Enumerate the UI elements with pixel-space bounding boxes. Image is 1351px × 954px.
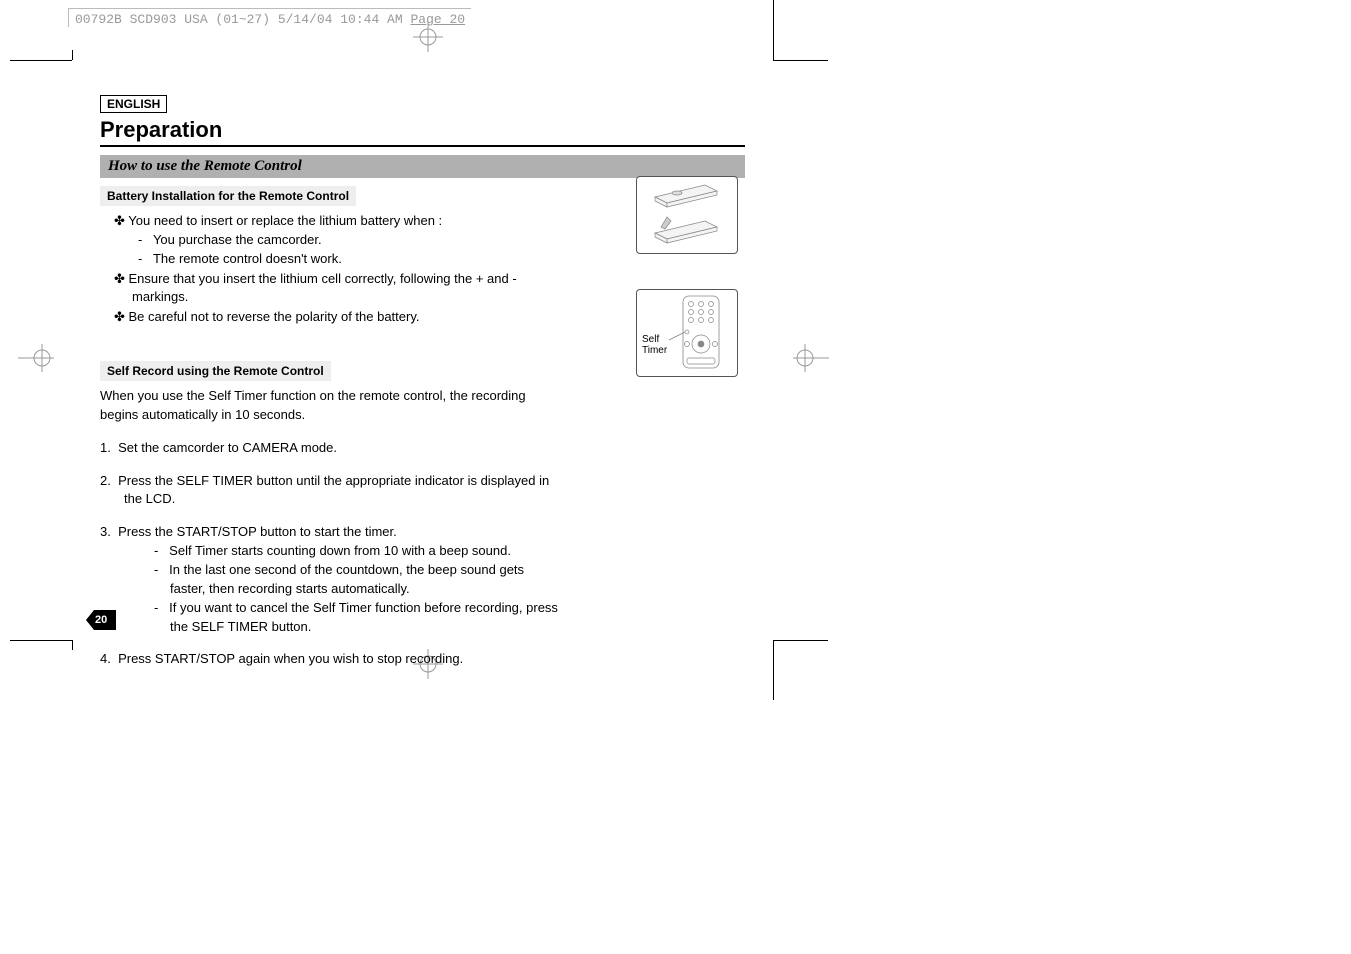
step-4: 4. Press START/STOP again when you wish … bbox=[100, 650, 560, 669]
registration-mark-left-icon bbox=[18, 344, 54, 372]
section-heading: How to use the Remote Control bbox=[100, 155, 745, 178]
remote-illustration-icon bbox=[637, 290, 737, 376]
figure-remote-label: Self Timer bbox=[642, 334, 667, 356]
selfrecord-intro: When you use the Self Timer function on … bbox=[100, 387, 540, 425]
battery-install-illustration-icon bbox=[637, 177, 737, 253]
figure-remote-selftimer: Self Timer bbox=[636, 289, 738, 377]
language-badge: ENGLISH bbox=[100, 95, 167, 113]
crop-hline-bottom-left bbox=[10, 640, 72, 641]
selfrecord-heading: Self Record using the Remote Control bbox=[100, 361, 331, 381]
registration-mark-right-icon bbox=[793, 344, 829, 372]
figure-battery-install bbox=[636, 176, 738, 254]
step-3c: - If you want to cancel the Self Timer f… bbox=[124, 599, 560, 637]
crop-line-bottom-right bbox=[773, 640, 774, 700]
step-3a: - Self Timer starts counting down from 1… bbox=[124, 542, 560, 561]
battery-sub-2: The remote control doesn't work. bbox=[100, 250, 560, 269]
step-1: 1. Set the camcorder to CAMERA mode. bbox=[100, 439, 560, 458]
battery-item-1: You need to insert or replace the lithiu… bbox=[100, 212, 560, 231]
doc-header: 00792B SCD903 USA (01~27) 5/14/04 10:44 … bbox=[68, 8, 471, 27]
battery-sub-1: You purchase the camcorder. bbox=[100, 231, 560, 250]
step-3: 3. Press the START/STOP button to start … bbox=[100, 523, 560, 636]
crop-hline-top-right bbox=[773, 60, 828, 61]
battery-item-3: Be careful not to reverse the polarity o… bbox=[100, 308, 560, 327]
page-number: 20 bbox=[95, 614, 107, 626]
doc-header-prefix: 00792B SCD903 USA (01~27) 5/14/04 10:44 … bbox=[75, 12, 410, 27]
selfrecord-steps: 1. Set the camcorder to CAMERA mode. 2. … bbox=[100, 439, 560, 669]
battery-list: You need to insert or replace the lithiu… bbox=[100, 212, 560, 327]
crop-line-bottom-left bbox=[72, 640, 73, 650]
crop-hline-top-left bbox=[10, 60, 72, 61]
step-2: 2. Press the SELF TIMER button until the… bbox=[100, 472, 560, 510]
registration-mark-top-icon bbox=[413, 22, 443, 52]
battery-item-2: Ensure that you insert the lithium cell … bbox=[100, 270, 560, 308]
battery-heading: Battery Installation for the Remote Cont… bbox=[100, 186, 356, 206]
step-3b: - In the last one second of the countdow… bbox=[124, 561, 560, 599]
page-title: Preparation bbox=[100, 117, 745, 147]
crop-line-top-right bbox=[773, 0, 774, 60]
crop-hline-bottom-right bbox=[773, 640, 828, 641]
crop-line-top-left bbox=[72, 50, 73, 60]
